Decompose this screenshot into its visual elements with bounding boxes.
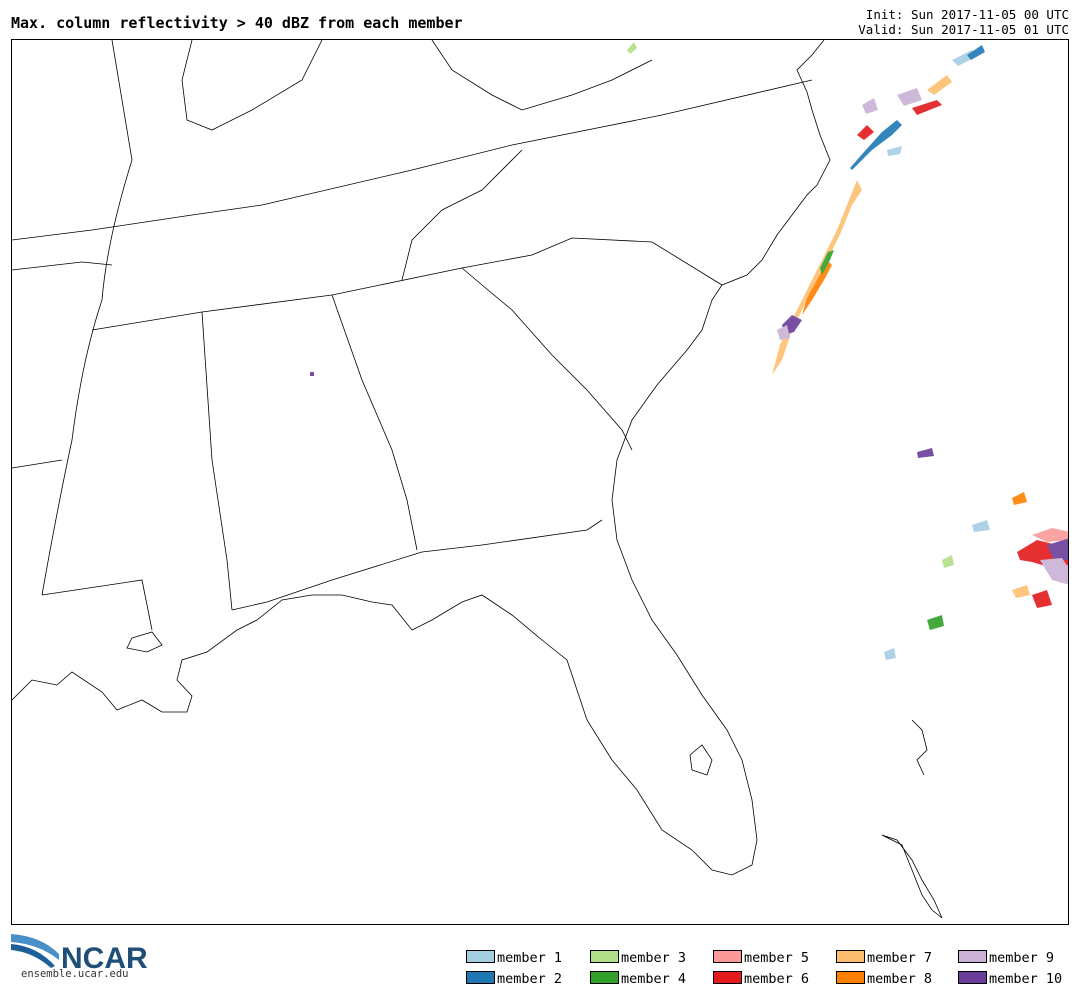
cell-member-1c: [972, 520, 990, 532]
cell-member-7a: [927, 75, 952, 95]
cell-member-4a: [927, 615, 944, 630]
cell-member-3b: [942, 555, 954, 568]
cell-member-9a: [862, 98, 878, 114]
init-time: Init: Sun 2017-11-05 00 UTC: [865, 7, 1069, 22]
cell-member-1d: [884, 648, 896, 660]
cell-member-1b: [887, 146, 902, 156]
cell-member-10b: [310, 372, 314, 376]
site-url: ensemble.ucar.edu: [21, 968, 129, 980]
cell-member-6b: [912, 100, 942, 115]
legend-swatch: [836, 950, 865, 963]
legend-swatch: [958, 950, 987, 963]
cell-member-7b: [1012, 585, 1030, 598]
legend-swatch: [590, 950, 619, 963]
cell-band-member-8: [802, 260, 832, 315]
legend-label: member 6: [744, 971, 810, 987]
cell-member-3a: [627, 42, 637, 54]
cell-member-6d: [1032, 590, 1052, 608]
legend-label: member 1: [497, 950, 563, 966]
legend-item: member 8: [836, 971, 932, 987]
cell-member-9c: [1040, 558, 1068, 585]
time-info: Init: Sun 2017-11-05 00 UTC Valid: Sun 2…: [858, 7, 1069, 37]
legend-item: member 1: [466, 950, 562, 966]
legend-label: member 7: [867, 950, 933, 966]
cell-member-5a: [1032, 528, 1068, 542]
legend-label: member 8: [867, 971, 933, 987]
map-panel: [11, 39, 1069, 925]
legend: member 1 member 2 member 3 member 4 member 5…: [466, 950, 1076, 988]
legend-swatch: [836, 971, 865, 984]
map-title: Max. column reflectivity > 40 dBZ from e…: [11, 14, 463, 32]
legend-label: member 3: [621, 950, 687, 966]
legend-label: member 10: [989, 971, 1063, 987]
legend-item: member 7: [836, 950, 932, 966]
cell-member-9b: [897, 88, 922, 106]
cell-member-8a: [1012, 492, 1027, 505]
legend-swatch: [713, 950, 742, 963]
legend-item: member 2: [466, 971, 562, 987]
cell-member-10a: [917, 448, 934, 458]
legend-label: member 9: [989, 950, 1055, 966]
legend-item: member 9: [958, 950, 1054, 966]
legend-swatch: [466, 971, 495, 984]
legend-swatch: [713, 971, 742, 984]
legend-label: member 5: [744, 950, 810, 966]
legend-swatch: [590, 971, 619, 984]
legend-label: member 2: [497, 971, 563, 987]
legend-item: member 5: [713, 950, 809, 966]
legend-item: member 10: [958, 971, 1062, 987]
legend-swatch: [466, 950, 495, 963]
legend-item: member 6: [713, 971, 809, 987]
cell-member-6a: [857, 125, 874, 140]
legend-swatch: [958, 971, 987, 984]
legend-item: member 4: [590, 971, 686, 987]
cell-member-2a: [850, 120, 902, 170]
reflectivity-cells: [310, 42, 1068, 660]
valid-time: Valid: Sun 2017-11-05 01 UTC: [858, 22, 1069, 37]
legend-item: member 3: [590, 950, 686, 966]
coastline: [12, 40, 831, 876]
legend-label: member 4: [621, 971, 687, 987]
cell-band-member-7: [772, 180, 862, 375]
basemap: [12, 40, 1068, 919]
